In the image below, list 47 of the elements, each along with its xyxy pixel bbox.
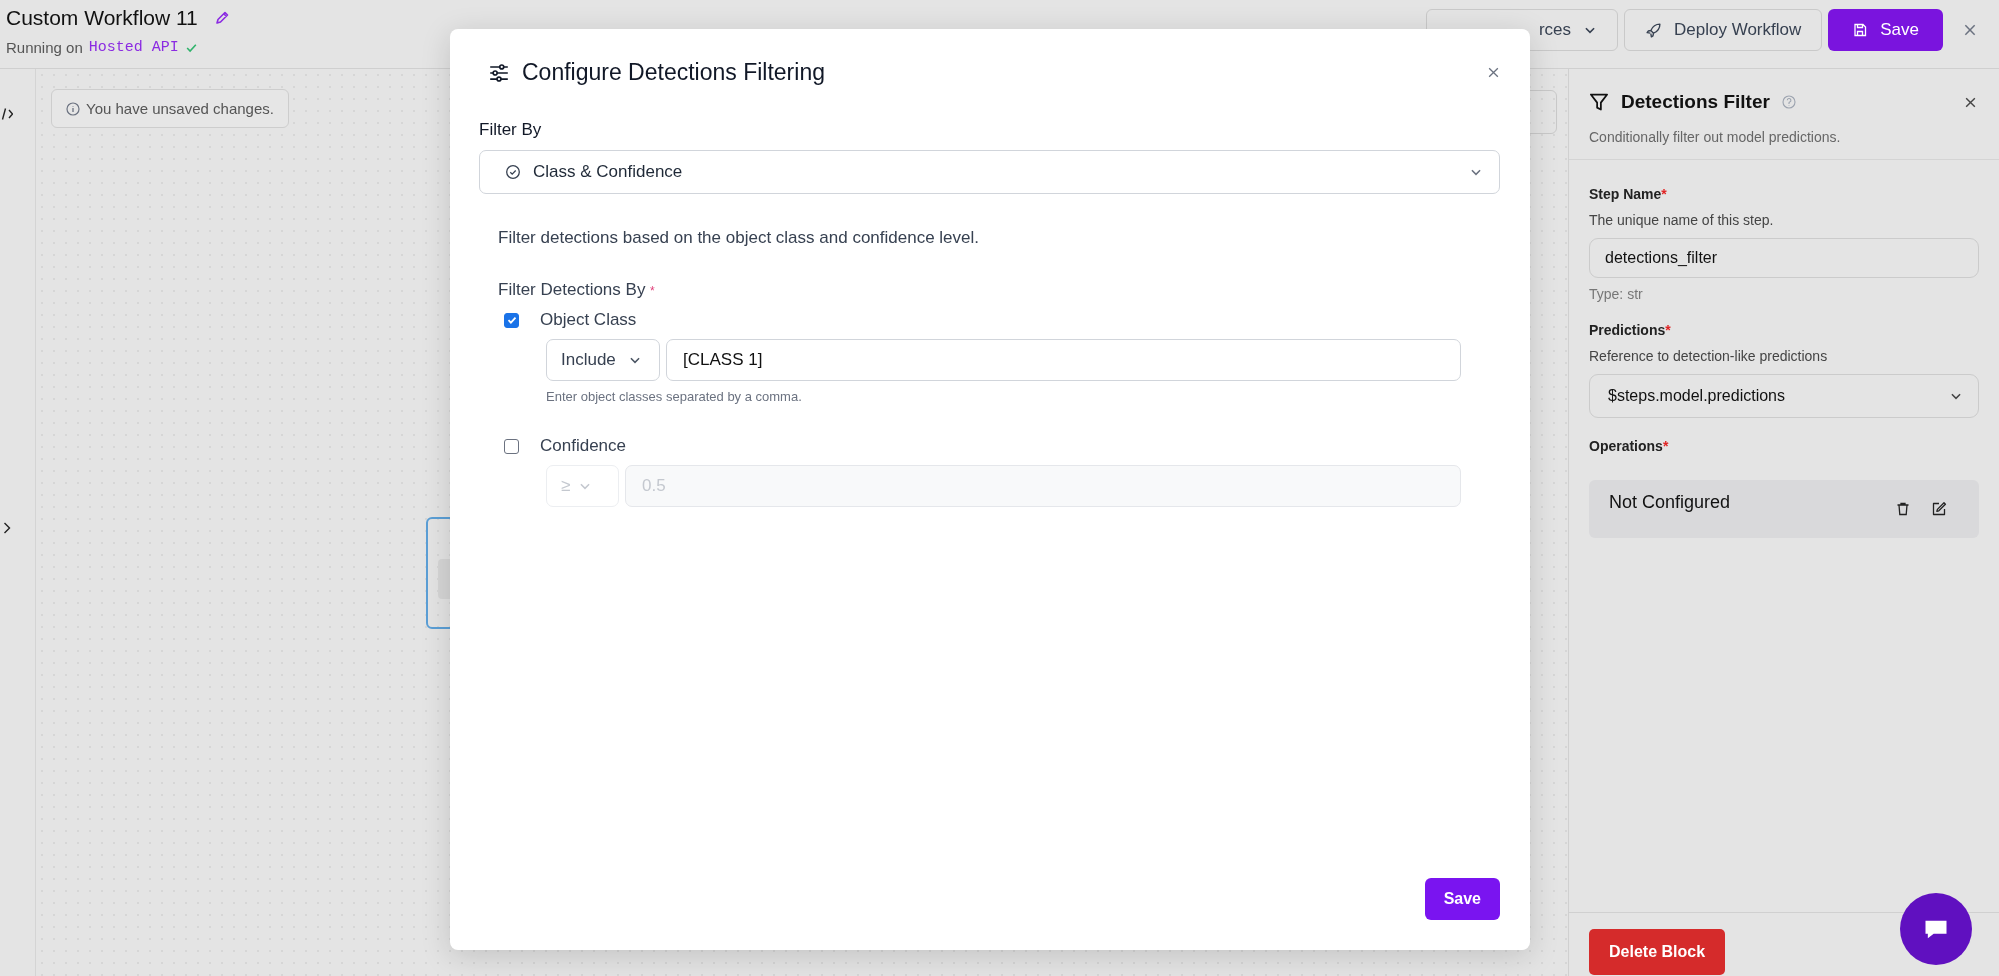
check-icon: [505, 314, 518, 326]
close-icon[interactable]: [1487, 66, 1500, 79]
save-button[interactable]: Save: [1828, 9, 1943, 51]
chevron-right-icon[interactable]: [2, 521, 12, 535]
filter-by-label: Filter By: [479, 120, 543, 140]
checkbox[interactable]: [504, 438, 519, 454]
delete-button[interactable]: Delete Block: [1589, 929, 1726, 975]
floppy-icon: [1852, 22, 1869, 38]
operations-status: Not Configured: [1609, 492, 1731, 513]
edit-icon[interactable]: [1931, 501, 1947, 517]
class-input-field[interactable]: [CLASS 1]: [666, 339, 1461, 381]
step-name-field[interactable]: detections_filter: [1589, 238, 1979, 278]
filter-by-select[interactable]: Class & Confidence: [479, 150, 1500, 194]
pencil-icon[interactable]: [213, 10, 230, 26]
checkbox[interactable]: [504, 312, 519, 328]
filter-icon: [1589, 92, 1609, 112]
type-note: Type: str: [1589, 286, 1644, 302]
close-icon[interactable]: [1963, 23, 1977, 37]
group-label: Filter Detections By *: [498, 280, 656, 300]
sliders-icon: [488, 61, 510, 84]
code-icon[interactable]: [0, 107, 13, 121]
filter-description: Filter detections based on the object class and confidence level.: [498, 228, 980, 248]
field-help: Reference to detection-like predictions: [1589, 348, 1829, 364]
field-help: The unique name of this step.: [1589, 212, 1775, 228]
field-label: Operations*: [1589, 438, 1670, 454]
notice-text: You have unsaved changes.: [86, 100, 274, 117]
check-circle-icon: [505, 164, 521, 180]
filter-label: Confidence: [540, 436, 626, 456]
panel-title: Detections Filter: [1621, 91, 1770, 113]
modal-title: Configure Detections Filtering: [522, 59, 825, 86]
info-icon: [66, 101, 80, 116]
panel-description: Conditionally filter out model predictions.: [1589, 129, 1842, 145]
check-icon: [184, 41, 198, 54]
close-icon[interactable]: [1964, 95, 1977, 109]
rocket-icon: [1645, 21, 1662, 39]
field-label: Predictions*: [1589, 322, 1672, 338]
field-hint: Enter object classes separated by a comma.: [546, 389, 803, 404]
predictions-select[interactable]: $steps.model.predictions: [1589, 374, 1979, 418]
field-label: Step Name*: [1589, 186, 1668, 202]
filter-label: Object Class: [540, 310, 637, 330]
runtime-name: Hosted API: [88, 39, 179, 56]
trash-icon[interactable]: [1895, 501, 1911, 517]
deploy-button[interactable]: Deploy Workflow: [1624, 9, 1823, 51]
save-button[interactable]: Save: [1424, 878, 1500, 920]
include-select[interactable]: Include: [546, 339, 660, 381]
running-label: Running on: [6, 39, 83, 56]
workflow-title: Custom Workflow 11: [6, 6, 198, 30]
